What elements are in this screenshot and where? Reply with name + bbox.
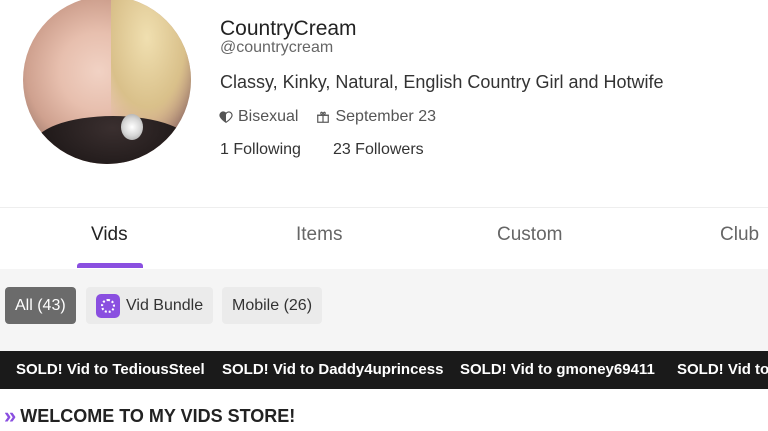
orientation-label: Bisexual [238, 108, 299, 125]
tab-items[interactable]: Items [296, 224, 342, 246]
active-tab-indicator [77, 263, 143, 268]
filter-all-chip[interactable]: All (43) [5, 287, 76, 324]
orientation-item: Bisexual [219, 108, 298, 126]
tab-club[interactable]: Club [720, 224, 759, 246]
ticker-item: SOLD! Vid to [677, 361, 768, 378]
tab-vids[interactable]: Vids [91, 224, 128, 246]
profile-header: CountryCream @countrycream Classy, Kinky… [0, 0, 768, 207]
section-header: » WELCOME TO MY VIDS STORE! [4, 403, 295, 429]
bundle-icon [96, 293, 120, 318]
tab-bar: Vids Items Custom Club [0, 207, 768, 269]
heart-half-icon [219, 111, 233, 123]
gift-icon [317, 111, 330, 123]
followers-link[interactable]: 23 Followers [333, 141, 424, 159]
follow-stats: 1 Following 23 Followers [220, 141, 456, 159]
tab-custom[interactable]: Custom [497, 224, 562, 246]
filter-bar: All (43) Vid Bundle Mobile (26) [0, 269, 768, 351]
filter-mobile-chip[interactable]: Mobile (26) [222, 287, 323, 324]
birthday-item: September 23 [316, 108, 436, 126]
filter-bundle-label: Vid Bundle [126, 296, 204, 314]
ticker-item: SOLD! Vid to Daddy4uprincess [222, 361, 444, 378]
profile-bio: Classy, Kinky, Natural, English Country … [220, 72, 664, 92]
ticker-item: SOLD! Vid to TediousSteel [16, 361, 205, 378]
filter-bundle-chip[interactable]: Vid Bundle [86, 287, 214, 324]
birthday-label: September 23 [335, 108, 436, 125]
ticker-item: SOLD! Vid to gmoney69411 [460, 361, 655, 378]
avatar-dress [33, 116, 191, 164]
double-chevron-right-icon: » [4, 403, 16, 428]
section-title: WELCOME TO MY VIDS STORE! [20, 405, 296, 426]
profile-meta: Bisexual September 23 [219, 108, 454, 126]
sales-ticker: SOLD! Vid to TediousSteel SOLD! Vid to D… [0, 351, 768, 389]
avatar-pendant [121, 114, 143, 140]
following-link[interactable]: 1 Following [220, 141, 301, 159]
avatar[interactable] [23, 0, 191, 164]
profile-handle: @countrycream [220, 39, 334, 56]
profile-name: CountryCream [220, 17, 357, 40]
